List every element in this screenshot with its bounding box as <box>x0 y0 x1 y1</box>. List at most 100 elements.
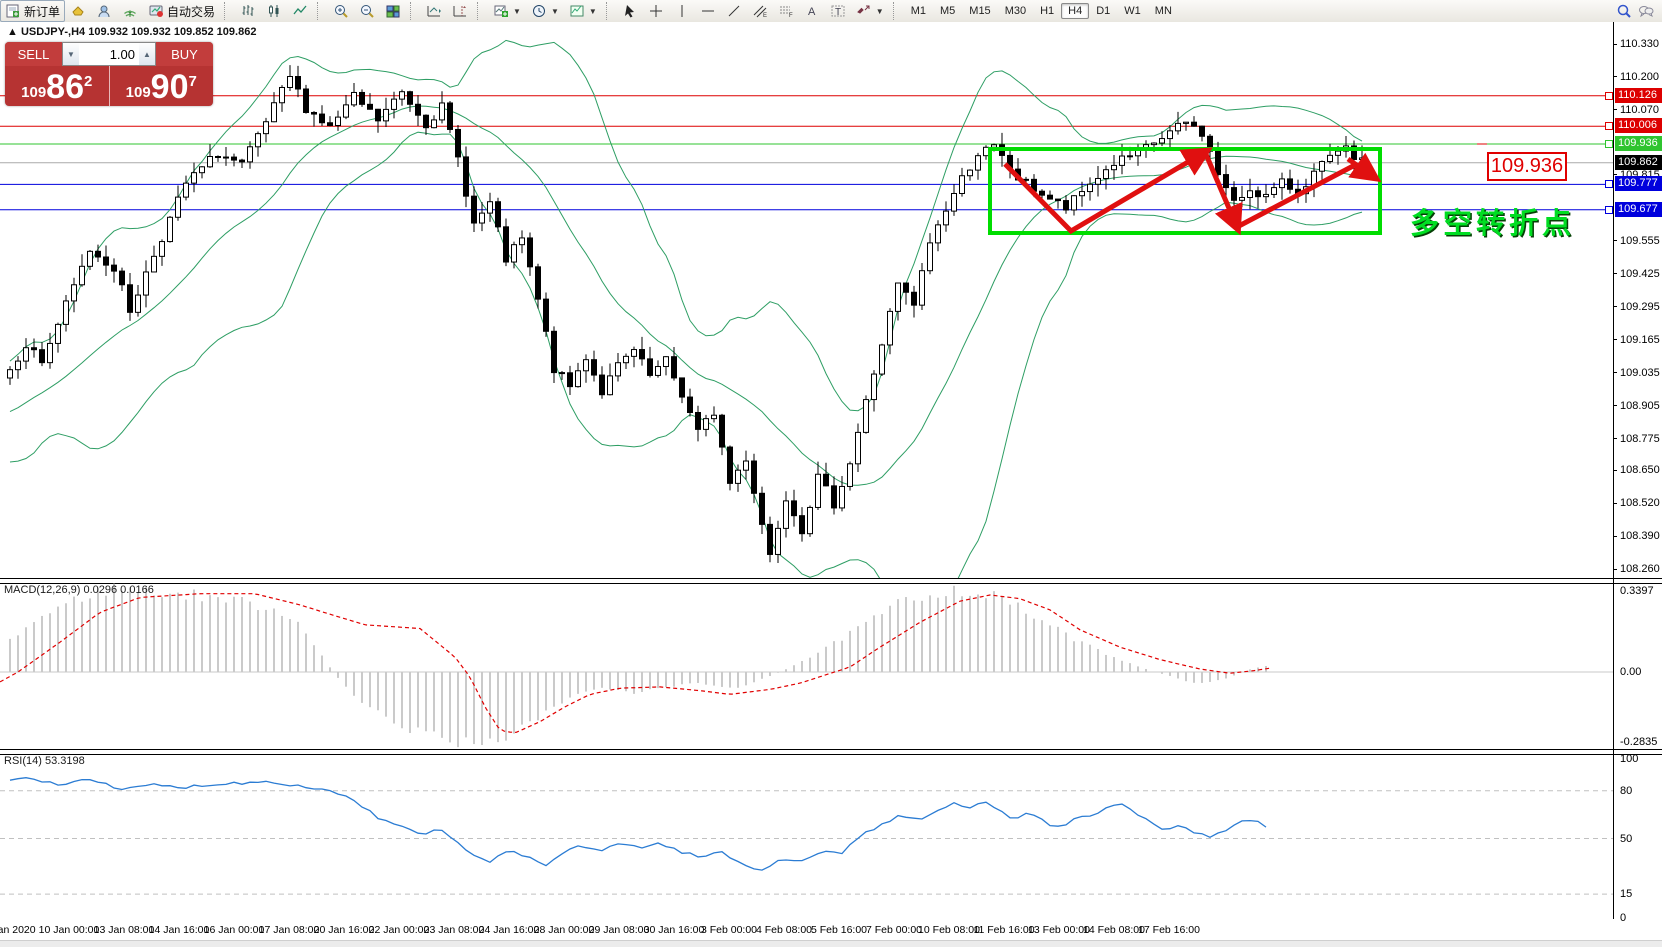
timeframe-d1[interactable]: D1 <box>1089 3 1117 19</box>
periods-button[interactable]: ▼ <box>526 0 564 22</box>
indicators-button[interactable]: ▼ <box>488 0 526 22</box>
text-icon: A <box>804 3 820 19</box>
collapse-arrow-icon[interactable]: ▲ <box>7 26 18 38</box>
candle-body <box>496 202 501 227</box>
candle-body <box>728 447 733 483</box>
vps-button[interactable] <box>117 0 143 22</box>
buy-price[interactable]: 109 90 7 <box>110 66 214 106</box>
new-order-button[interactable]: 新订单 <box>0 0 65 22</box>
zoom-out-button[interactable] <box>354 0 380 22</box>
auto-scroll-button[interactable] <box>421 0 447 22</box>
candle-body <box>416 104 421 115</box>
timeframe-h4[interactable]: H4 <box>1061 3 1089 19</box>
candle-body <box>1272 188 1277 195</box>
price-tick <box>1613 273 1617 274</box>
time-label: 4 Feb 08:00 <box>756 924 812 936</box>
candle-body <box>1200 126 1205 136</box>
time-label: 10 Feb 08:00 <box>918 924 980 936</box>
candle-body <box>528 238 533 267</box>
candle-body <box>720 415 725 447</box>
channel-tool-button[interactable]: E <box>747 0 773 22</box>
candle-body <box>792 501 797 516</box>
candle-body <box>1248 191 1253 198</box>
time-label: 14 Feb 08:00 <box>1083 924 1145 936</box>
chart-shift-button[interactable] <box>447 0 473 22</box>
candle-chart-button[interactable] <box>261 0 287 22</box>
label-tool-button[interactable]: T <box>825 0 851 22</box>
dropdown-caret: ▼ <box>876 7 884 16</box>
candle-body <box>72 285 77 301</box>
hline-tool-button[interactable] <box>695 0 721 22</box>
vline-tool-button[interactable] <box>669 0 695 22</box>
chat-icon[interactable] <box>1638 3 1654 19</box>
indicators-icon <box>493 3 509 19</box>
signals-button[interactable] <box>91 0 117 22</box>
cursor-tool-button[interactable] <box>617 0 643 22</box>
bollinger-lower <box>10 132 1362 578</box>
sell-price[interactable]: 109 86 2 <box>5 66 110 106</box>
line-anchor-square <box>1605 180 1613 188</box>
candle-body <box>944 211 949 225</box>
market-button[interactable] <box>65 0 91 22</box>
timeframe-h1[interactable]: H1 <box>1033 3 1061 19</box>
volume-increase-button[interactable]: ▲ <box>139 43 155 65</box>
macd-axis-label: 0.3397 <box>1620 584 1654 598</box>
search-icon[interactable] <box>1616 3 1632 19</box>
toolbar-separator <box>224 2 232 20</box>
sell-button[interactable]: SELL <box>5 42 62 66</box>
candle-body <box>432 120 437 128</box>
volume-decrease-button[interactable]: ▼ <box>63 43 79 65</box>
line-chart-button[interactable] <box>287 0 313 22</box>
time-label: 20 Jan 16:00 <box>314 924 375 936</box>
price-note-box[interactable]: 109.936 <box>1487 152 1567 181</box>
buy-button[interactable]: BUY <box>156 42 213 66</box>
candle-body <box>184 183 189 197</box>
symbol-ohlc-values: 109.932 109.932 109.852 109.862 <box>88 26 256 38</box>
price-chart-pane[interactable] <box>0 22 1613 578</box>
timeframe-w1[interactable]: W1 <box>1117 3 1148 19</box>
candle-body <box>952 193 957 211</box>
candle-body <box>32 348 37 350</box>
candle-body <box>192 173 197 183</box>
symbol-ohlc-line[interactable]: ▲ USDJPY-,H4 109.932 109.932 109.852 109… <box>7 26 256 38</box>
candle-body <box>1072 196 1077 210</box>
zoom-in-button[interactable] <box>328 0 354 22</box>
buy-price-big: 90 <box>151 70 189 104</box>
candle-body <box>928 243 933 271</box>
candle-body <box>784 501 789 528</box>
candle-body <box>568 373 573 387</box>
candle-body <box>776 528 781 554</box>
candle-body <box>1184 122 1189 123</box>
candle-body <box>1280 179 1285 188</box>
rsi-pane[interactable] <box>0 753 1613 919</box>
timeframe-m15[interactable]: M15 <box>962 3 997 19</box>
timeframe-m1[interactable]: M1 <box>904 3 933 19</box>
timeframe-mn[interactable]: MN <box>1148 3 1179 19</box>
crosshair-tool-button[interactable] <box>643 0 669 22</box>
svg-text:A: A <box>808 6 816 18</box>
tile-windows-button[interactable] <box>380 0 406 22</box>
macd-pane[interactable] <box>0 582 1613 749</box>
candle-body <box>1360 158 1365 160</box>
time-label: 13 Feb 00:00 <box>1028 924 1090 936</box>
templates-button[interactable]: ▼ <box>564 0 602 22</box>
trendline-tool-button[interactable] <box>721 0 747 22</box>
candle-body <box>472 196 477 223</box>
candle-body <box>112 265 117 271</box>
auto-trading-button[interactable]: 自动交易 <box>143 0 220 22</box>
rsi-axis-label: 50 <box>1620 832 1632 846</box>
price-tick <box>1613 372 1617 373</box>
time-label: 10 Jan 00:00 <box>39 924 100 936</box>
volume-input[interactable]: 1.00 <box>79 43 139 65</box>
timeframe-m5[interactable]: M5 <box>933 3 962 19</box>
timeframe-m30[interactable]: M30 <box>998 3 1033 19</box>
candle-body <box>960 176 965 194</box>
text-tool-button[interactable]: A <box>799 0 825 22</box>
arrows-tool-button[interactable]: ▼ <box>851 0 889 22</box>
fibonacci-tool-button[interactable]: F <box>773 0 799 22</box>
bar-chart-button[interactable] <box>235 0 261 22</box>
zigzag-arrow-up[interactable] <box>1005 152 1205 231</box>
zigzag-arrow-up2[interactable] <box>1237 165 1355 227</box>
turning-point-note[interactable]: 多空转折点 <box>1410 200 1575 242</box>
time-axis[interactable]: Jan 202010 Jan 00:0013 Jan 08:0014 Jan 1… <box>0 922 1613 938</box>
